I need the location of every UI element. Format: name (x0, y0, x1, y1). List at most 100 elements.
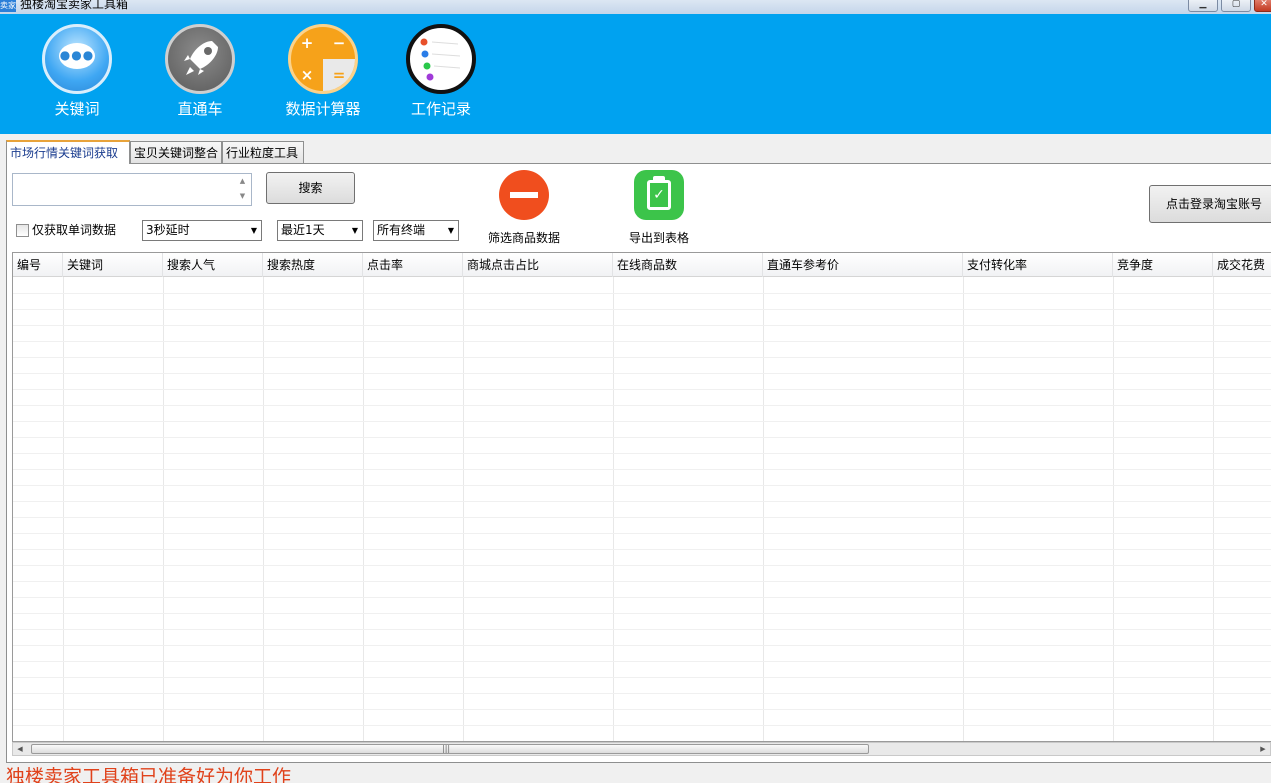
filter-label: 筛选商品数据 (487, 231, 560, 245)
grid-row-divider (13, 533, 1271, 534)
header-item-calculator[interactable]: + − × = 数据计算器 (268, 24, 378, 119)
minimize-button[interactable]: ▁ (1188, 0, 1218, 12)
dropdown-arrow-icon: ▼ (351, 226, 358, 235)
delay-select-value: 3秒延时 (146, 223, 190, 237)
input-scroll-arrows[interactable]: ▲ ▼ (234, 174, 251, 205)
grid-row-divider (13, 693, 1271, 694)
grid-row-divider (13, 341, 1271, 342)
column-header-online-items[interactable]: 在线商品数 (613, 253, 763, 277)
header-label-express: 直通车 (177, 100, 223, 118)
grid-header: 编号 关键词 搜索人气 搜索热度 点击率 商城点击占比 在线商品数 直通车参考价… (13, 253, 1271, 277)
window-title: 独楼淘宝卖家工具箱 (20, 0, 129, 11)
single-word-checkbox[interactable] (16, 224, 29, 237)
filter-products-button[interactable]: 筛选商品数据 (486, 170, 562, 246)
grid-row-divider (13, 725, 1271, 726)
grid-row-divider (13, 293, 1271, 294)
status-message: 独楼卖家工具箱已准备好为你工作 (6, 766, 292, 783)
title-bar: 卖家 独楼淘宝卖家工具箱 ▁ ▢ ✕ (0, 0, 1271, 14)
minus-circle-icon (499, 170, 549, 220)
export-label: 导出到表格 (628, 231, 689, 245)
tab-market-keywords[interactable]: 市场行情关键词获取 (6, 140, 130, 164)
terminal-select[interactable]: 所有终端 ▼ (373, 220, 459, 241)
scroll-left-icon[interactable]: ◀ (13, 743, 27, 755)
grid-row-divider (13, 437, 1271, 438)
grid-row-divider (13, 661, 1271, 662)
calculator-icon: + − × = (288, 24, 358, 94)
days-select[interactable]: 最近1天 ▼ (277, 220, 363, 241)
grid-row-divider (13, 453, 1271, 454)
data-grid[interactable]: 编号 关键词 搜索人气 搜索热度 点击率 商城点击占比 在线商品数 直通车参考价… (12, 252, 1271, 742)
column-header-express-price[interactable]: 直通车参考价 (763, 253, 963, 277)
scrollbar-thumb[interactable]: ||| (31, 744, 869, 754)
horizontal-scrollbar[interactable]: ◀ ||| ▶ (12, 742, 1271, 756)
grid-row-divider (13, 405, 1271, 406)
scroll-up-icon[interactable]: ▲ (234, 174, 251, 189)
header-label-keywords: 关键词 (54, 100, 100, 118)
grid-row-divider (13, 517, 1271, 518)
grid-column-divider (763, 277, 764, 741)
grid-column-divider (1213, 277, 1214, 741)
column-header-keyword[interactable]: 关键词 (63, 253, 163, 277)
maximize-button[interactable]: ▢ (1221, 0, 1251, 12)
search-button[interactable]: 搜索 (266, 172, 355, 204)
grid-row-divider (13, 645, 1271, 646)
grid-column-divider (963, 277, 964, 741)
grid-row-divider (13, 565, 1271, 566)
grid-row-divider (13, 597, 1271, 598)
grid-row-divider (13, 373, 1271, 374)
grid-body[interactable] (13, 277, 1271, 741)
grid-column-divider (163, 277, 164, 741)
grid-column-divider (613, 277, 614, 741)
column-header-search-popularity[interactable]: 搜索人气 (163, 253, 263, 277)
clipboard-check-icon: ✓ (634, 170, 684, 220)
tab-industry-tools[interactable]: 行业粒度工具 (222, 141, 304, 163)
header-label-calculator: 数据计算器 (285, 100, 361, 118)
grid-row-divider (13, 677, 1271, 678)
grid-row-divider (13, 357, 1271, 358)
single-word-label: 仅获取单词数据 (32, 223, 117, 237)
app-window: 卖家 独楼淘宝卖家工具箱 ▁ ▢ ✕ ●●● 关键词 直通车 + − × = 数… (0, 0, 1271, 783)
chat-bubble-icon: ●●● (42, 24, 112, 94)
dropdown-arrow-icon: ▼ (447, 226, 454, 235)
grid-row-divider (13, 309, 1271, 310)
grid-row-divider (13, 501, 1271, 502)
grid-row-divider (13, 485, 1271, 486)
grid-column-divider (263, 277, 264, 741)
export-table-button[interactable]: ✓ 导出到表格 (627, 170, 691, 246)
column-header-competition[interactable]: 竞争度 (1113, 253, 1213, 277)
grid-row-divider (13, 629, 1271, 630)
grid-row-divider (13, 549, 1271, 550)
rocket-icon (165, 24, 235, 94)
header-toolbar: ●●● 关键词 直通车 + − × = 数据计算器 工作记录 (0, 14, 1271, 134)
scroll-down-icon[interactable]: ▼ (234, 189, 251, 204)
column-header-ctr[interactable]: 点击率 (363, 253, 463, 277)
grid-row-divider (13, 421, 1271, 422)
column-header-conversion-rate[interactable]: 支付转化率 (963, 253, 1113, 277)
header-item-worklog[interactable]: 工作记录 (386, 24, 496, 119)
grid-row-divider (13, 581, 1271, 582)
scroll-right-icon[interactable]: ▶ (1256, 743, 1270, 755)
keyword-input[interactable] (12, 173, 252, 206)
grid-column-divider (63, 277, 64, 741)
column-header-mall-click-ratio[interactable]: 商城点击占比 (463, 253, 613, 277)
terminal-select-value: 所有终端 (377, 223, 426, 237)
header-item-express[interactable]: 直通车 (145, 24, 255, 119)
grid-row-divider (13, 325, 1271, 326)
header-item-keywords[interactable]: ●●● 关键词 (22, 24, 132, 119)
grid-column-divider (363, 277, 364, 741)
column-header-search-heat[interactable]: 搜索热度 (263, 253, 363, 277)
column-header-id[interactable]: 编号 (13, 253, 63, 277)
delay-select[interactable]: 3秒延时 ▼ (142, 220, 262, 241)
grid-row-divider (13, 709, 1271, 710)
tab-item-keywords[interactable]: 宝贝关键词整合 (130, 141, 222, 163)
app-icon: 卖家 (0, 0, 16, 12)
days-select-value: 最近1天 (281, 223, 325, 237)
header-label-worklog: 工作记录 (410, 100, 471, 118)
dropdown-arrow-icon: ▼ (250, 226, 257, 235)
grid-column-divider (463, 277, 464, 741)
column-header-transaction-cost[interactable]: 成交花费 (1213, 253, 1271, 277)
grid-row-divider (13, 469, 1271, 470)
login-taobao-button[interactable]: 点击登录淘宝账号 (1149, 185, 1271, 223)
grid-row-divider (13, 389, 1271, 390)
close-button[interactable]: ✕ (1254, 0, 1271, 12)
